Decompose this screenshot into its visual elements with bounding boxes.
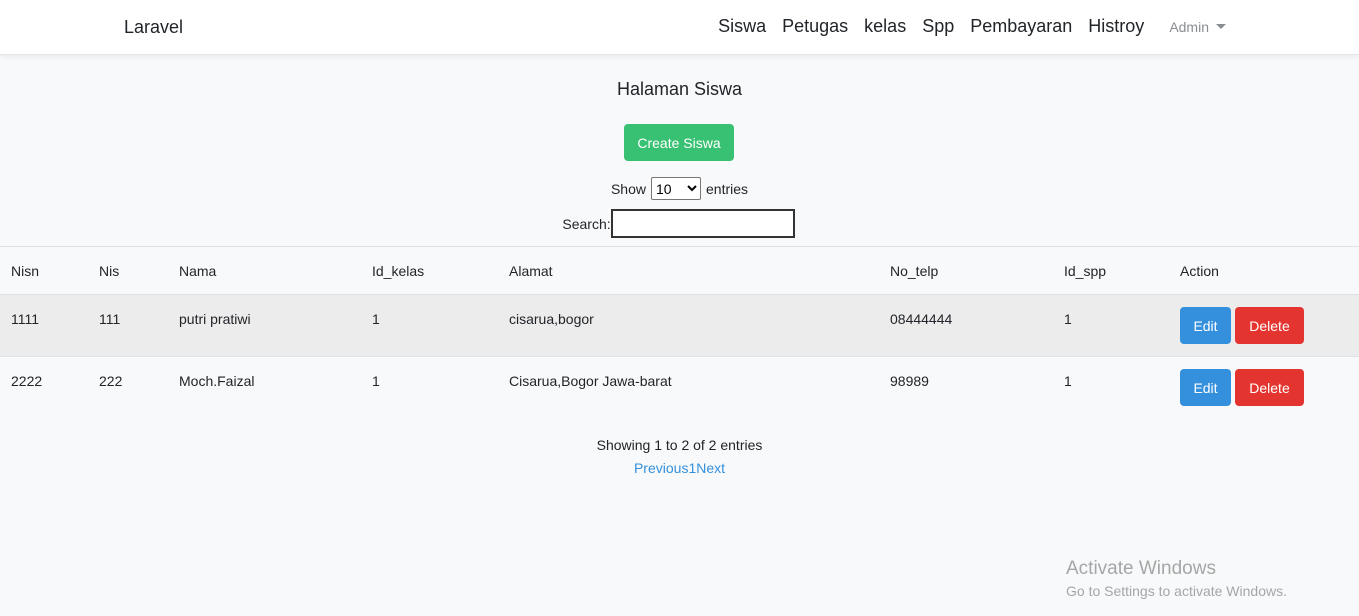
nav-link-petugas[interactable]: Petugas <box>782 16 848 37</box>
pagination: Previous1Next <box>0 460 1359 476</box>
cell-nama: putri pratiwi <box>179 311 251 327</box>
search-control: Search: <box>0 209 1359 238</box>
header-action[interactable]: Action <box>1180 247 1359 295</box>
page-title: Halaman Siswa <box>616 79 743 99</box>
header-id-kelas[interactable]: Id_kelas <box>372 247 509 295</box>
edit-button[interactable]: Edit <box>1180 307 1231 344</box>
entries-length-control: Show 10 entries <box>0 177 1359 200</box>
cell-nisn: 2222 <box>11 373 43 389</box>
edit-button[interactable]: Edit <box>1180 369 1231 406</box>
table-header-row: Nisn Nis Nama Id_kelas Alamat No_telp Id… <box>0 246 1359 295</box>
cell-nisn: 1111 <box>11 311 40 327</box>
nav-link-histroy[interactable]: Histroy <box>1088 16 1144 37</box>
nav-menu: Siswa Petugas kelas Spp Pembayaran Histr… <box>718 16 1226 37</box>
table-info: Showing 1 to 2 of 2 entries <box>596 437 763 453</box>
cell-action: Edit Delete <box>1180 357 1359 419</box>
user-dropdown[interactable]: Admin <box>1169 19 1226 35</box>
entries-label: entries <box>706 180 749 197</box>
cell-no-telp: 98989 <box>890 373 929 389</box>
nav-link-spp[interactable]: Spp <box>922 16 954 37</box>
delete-button[interactable]: Delete <box>1235 369 1304 406</box>
nav-link-kelas[interactable]: kelas <box>864 16 906 37</box>
brand-link[interactable]: Laravel <box>124 17 183 38</box>
siswa-table: Nisn Nis Nama Id_kelas Alamat No_telp Id… <box>0 246 1359 419</box>
entries-select[interactable]: 10 <box>651 177 701 200</box>
watermark-subtitle: Go to Settings to activate Windows. <box>1066 583 1287 599</box>
navbar: Laravel Siswa Petugas kelas Spp Pembayar… <box>0 0 1359 55</box>
pagination-next[interactable]: Next <box>696 460 725 476</box>
cell-nis: 111 <box>99 311 121 327</box>
pagination-previous[interactable]: Previous <box>634 460 688 476</box>
user-name: Admin <box>1169 18 1209 35</box>
cell-alamat: cisarua,bogor <box>509 311 594 327</box>
show-label: Show <box>610 180 646 197</box>
table-row: 1111 111 putri pratiwi 1 cisarua,bogor 0… <box>0 294 1359 357</box>
cell-id-spp: 1 <box>1064 373 1072 389</box>
cell-id-kelas: 1 <box>372 373 380 389</box>
header-nama[interactable]: Nama <box>179 247 372 295</box>
table-row: 2222 222 Moch.Faizal 1 Cisarua,Bogor Jaw… <box>0 357 1359 419</box>
delete-button[interactable]: Delete <box>1235 307 1304 344</box>
nav-link-pembayaran[interactable]: Pembayaran <box>970 16 1072 37</box>
cell-alamat: Cisarua,Bogor Jawa-barat <box>509 373 672 389</box>
cell-nama: Moch.Faizal <box>179 373 255 389</box>
cell-action: Edit Delete <box>1180 295 1359 357</box>
search-input[interactable] <box>610 209 795 238</box>
activate-windows-watermark: Activate Windows Go to Settings to activ… <box>1066 558 1287 599</box>
create-siswa-button[interactable]: Create Siswa <box>624 124 734 161</box>
cell-nis: 222 <box>99 373 123 389</box>
header-no-telp[interactable]: No_telp <box>890 247 1064 295</box>
header-nis[interactable]: Nis <box>99 247 179 295</box>
caret-down-icon <box>1216 24 1226 29</box>
header-id-spp[interactable]: Id_spp <box>1064 247 1180 295</box>
cell-no-telp: 08444444 <box>890 311 953 327</box>
header-nisn[interactable]: Nisn <box>0 247 99 295</box>
cell-id-kelas: 1 <box>372 311 380 327</box>
search-label: Search: <box>562 215 611 232</box>
header-alamat[interactable]: Alamat <box>509 247 890 295</box>
nav-link-siswa[interactable]: Siswa <box>718 16 766 37</box>
watermark-title: Activate Windows <box>1066 558 1216 579</box>
cell-id-spp: 1 <box>1064 311 1072 327</box>
